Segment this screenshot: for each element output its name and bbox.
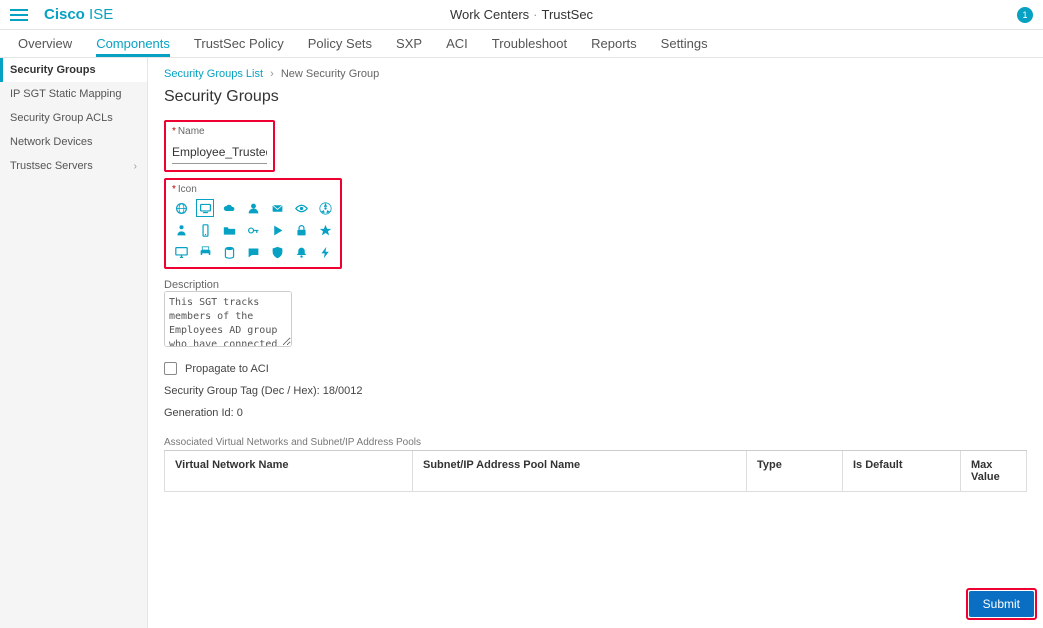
shield-icon[interactable] (268, 243, 286, 261)
tab-policy-sets[interactable]: Policy Sets (308, 36, 372, 57)
globe-icon[interactable] (172, 199, 190, 217)
user-icon[interactable] (244, 199, 262, 217)
sidebar-item-ip-sgt[interactable]: IP SGT Static Mapping (0, 82, 147, 106)
tab-sxp[interactable]: SXP (396, 36, 422, 57)
phone-icon[interactable] (196, 221, 214, 239)
bolt-icon[interactable] (316, 243, 334, 261)
col-max-value: Max Value (961, 451, 1026, 491)
lock-icon[interactable] (292, 221, 310, 239)
bell-icon[interactable] (292, 243, 310, 261)
propagate-to-aci-label: Propagate to ACI (185, 363, 269, 375)
radiation-icon[interactable] (316, 199, 334, 217)
page-title: Security Groups (164, 88, 1027, 106)
key-icon[interactable] (244, 221, 262, 239)
breadcrumb: Work Centers·TrustSec (450, 7, 593, 22)
breadcrumb-root[interactable]: Security Groups List (164, 68, 263, 80)
tab-reports[interactable]: Reports (591, 36, 637, 57)
col-is-default: Is Default (843, 451, 961, 491)
tab-troubleshoot[interactable]: Troubleshoot (492, 36, 567, 57)
col-type: Type (747, 451, 843, 491)
printer-icon[interactable] (196, 243, 214, 261)
desktop-icon[interactable] (172, 243, 190, 261)
sidebar: Security Groups IP SGT Static Mapping Se… (0, 58, 148, 628)
tab-aci[interactable]: ACI (446, 36, 468, 57)
chat-icon[interactable] (244, 243, 262, 261)
sidebar-item-security-groups[interactable]: Security Groups (0, 58, 147, 82)
breadcrumb-path: Security Groups List › New Security Grou… (164, 68, 1027, 80)
play-icon[interactable] (268, 221, 286, 239)
icon-label: *Icon (172, 184, 334, 199)
brand-logo: Cisco ISE (44, 6, 113, 23)
main-tabs: Overview Components TrustSec Policy Poli… (0, 30, 1043, 58)
tab-overview[interactable]: Overview (18, 36, 72, 57)
sidebar-item-trustsec-servers[interactable]: Trustsec Servers › (0, 154, 147, 178)
description-label: Description (164, 279, 1027, 291)
sgt-tag-line: Security Group Tag (Dec / Hex): 18/0012 (164, 385, 1027, 397)
tab-settings[interactable]: Settings (661, 36, 708, 57)
tab-components[interactable]: Components (96, 36, 170, 57)
envelope-icon[interactable] (268, 199, 286, 217)
sidebar-item-network-devices[interactable]: Network Devices (0, 130, 147, 154)
associated-networks-table-header: Virtual Network Name Subnet/IP Address P… (164, 451, 1027, 492)
associated-networks-title: Associated Virtual Networks and Subnet/I… (164, 437, 1027, 451)
star-icon[interactable] (316, 221, 334, 239)
hamburger-menu-icon[interactable] (10, 4, 32, 26)
name-input[interactable] (172, 141, 267, 164)
propagate-to-aci-checkbox[interactable] (164, 362, 177, 375)
cloud-icon[interactable] (220, 199, 238, 217)
breadcrumb-here: New Security Group (281, 68, 379, 80)
description-input[interactable] (164, 291, 292, 347)
tab-trustsec-policy[interactable]: TrustSec Policy (194, 36, 284, 57)
person-icon[interactable] (172, 221, 190, 239)
submit-button[interactable]: Submit (969, 591, 1034, 617)
monitor-icon[interactable] (196, 199, 214, 217)
icon-grid (172, 199, 334, 261)
eye-icon[interactable] (292, 199, 310, 217)
folder-icon[interactable] (220, 221, 238, 239)
database-icon[interactable] (220, 243, 238, 261)
col-virtual-network-name: Virtual Network Name (165, 451, 413, 491)
col-subnet-pool-name: Subnet/IP Address Pool Name (413, 451, 747, 491)
notification-badge[interactable]: 1 (1017, 7, 1033, 23)
name-label: *Name (172, 126, 267, 141)
sidebar-item-sg-acls[interactable]: Security Group ACLs (0, 106, 147, 130)
chevron-right-icon: › (134, 161, 137, 172)
generation-id-line: Generation Id: 0 (164, 407, 1027, 419)
